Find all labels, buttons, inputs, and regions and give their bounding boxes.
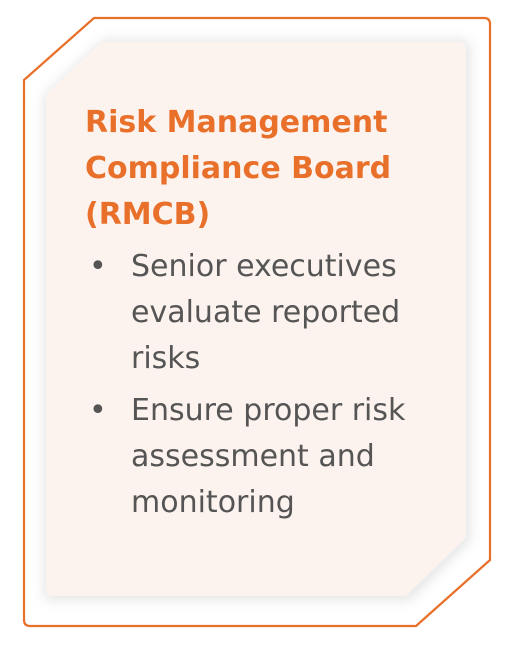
bullet-text-line: evaluate reported xyxy=(131,295,401,330)
card-title: Risk Management Compliance Board (RMCB) xyxy=(85,100,455,238)
bullet-text-line: risks xyxy=(131,341,201,376)
bullet-item: • Senior executives evaluate reported ri… xyxy=(85,244,455,382)
bullet-text-line: assessment and xyxy=(131,439,375,474)
bullet-item: • Ensure proper risk assessment and moni… xyxy=(85,388,455,526)
title-line: Risk Management xyxy=(85,105,388,140)
rmcb-card: Risk Management Compliance Board (RMCB) … xyxy=(0,0,522,660)
bullet-dot-icon: • xyxy=(89,249,107,284)
card-content: Risk Management Compliance Board (RMCB) … xyxy=(85,100,455,532)
title-line: (RMCB) xyxy=(85,197,211,232)
bullet-dot-icon: • xyxy=(89,393,107,428)
bullet-text-line: Senior executives xyxy=(131,249,397,284)
bullet-text-line: monitoring xyxy=(131,485,295,520)
title-line: Compliance Board xyxy=(85,151,392,186)
bullet-list: • Senior executives evaluate reported ri… xyxy=(85,244,455,526)
bullet-text-line: Ensure proper risk xyxy=(131,393,406,428)
